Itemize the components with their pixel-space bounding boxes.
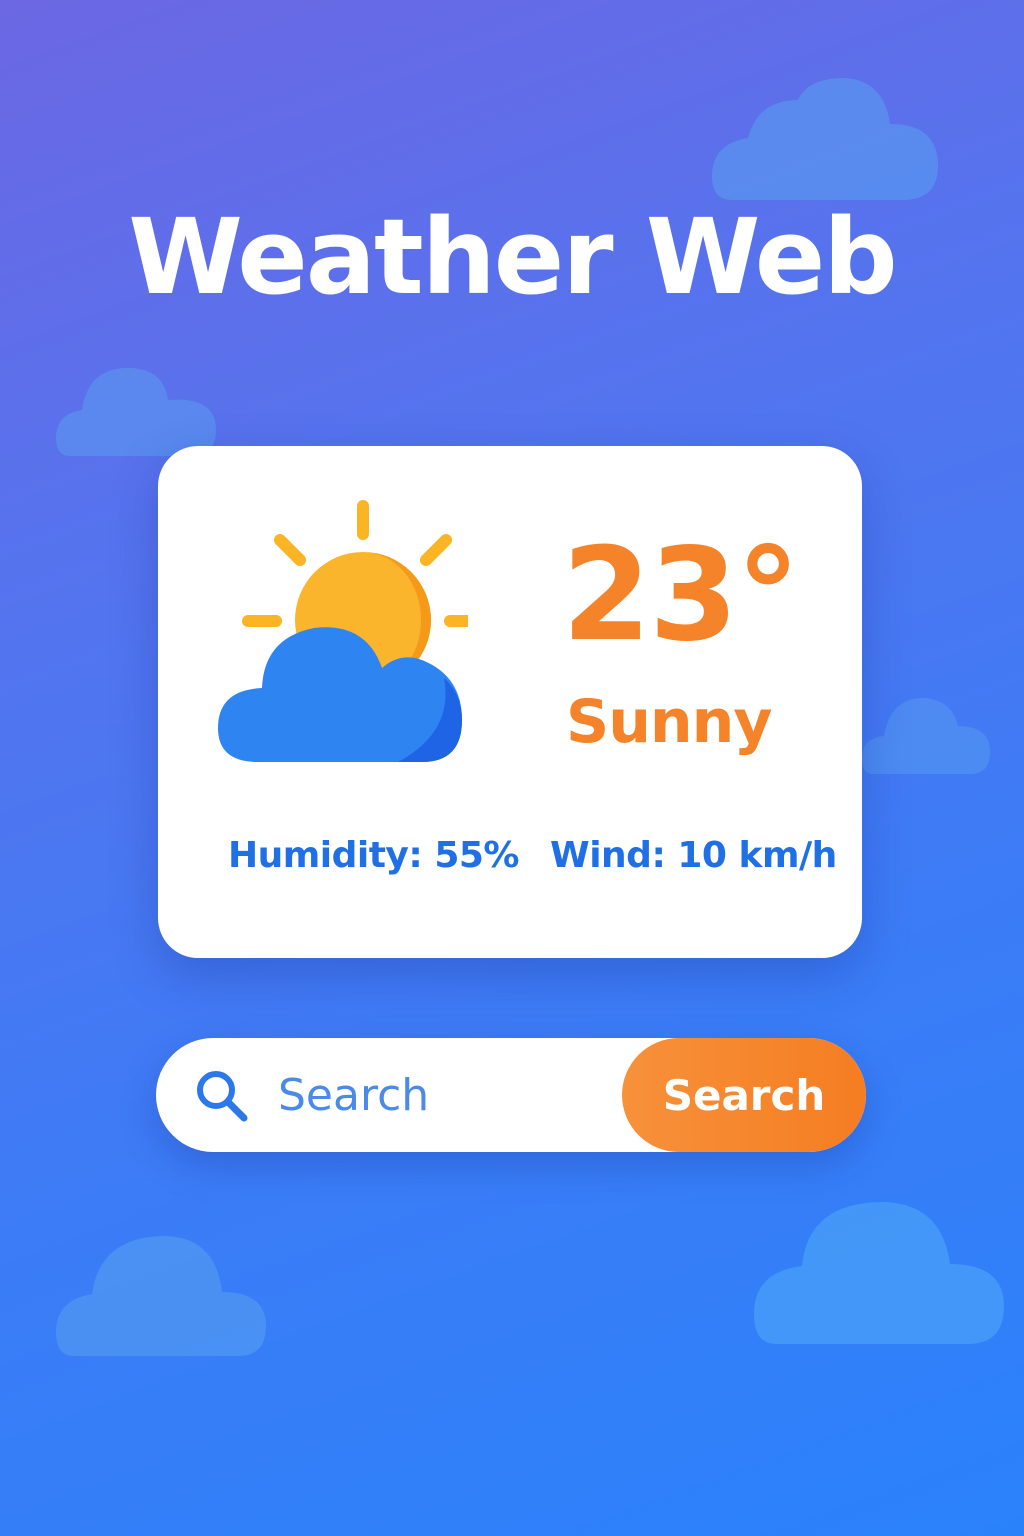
wind-stat: Wind: 10 km/h [550,835,837,876]
partly-sunny-icon [218,500,468,762]
background-cloud-icon [56,1236,266,1356]
background-cloud-icon [754,1202,1004,1344]
background-cloud-icon [712,78,938,200]
temperature-value: 23° [562,521,800,670]
search-input[interactable] [278,1060,608,1130]
search-button[interactable]: Search [622,1038,866,1152]
background-cloud-icon [56,367,216,456]
background-cloud-icon [862,698,990,774]
page-title: Weather Web [128,196,898,318]
weather-condition: Sunny [566,687,772,757]
humidity-stat: Humidity: 55% [228,835,520,876]
search-bar: Search [156,1038,866,1152]
search-icon [197,1071,248,1122]
weather-card: 23° Sunny Humidity: 55% Wind: 10 km/h [158,446,862,958]
